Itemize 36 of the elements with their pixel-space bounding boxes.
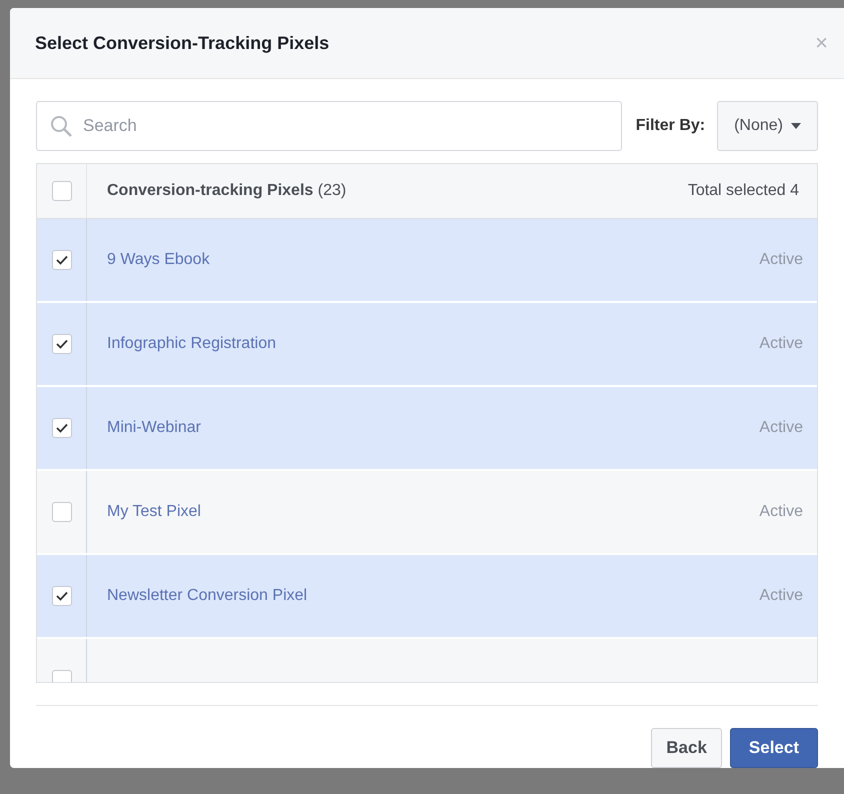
status-text: Active: [759, 586, 804, 606]
table-row[interactable]: 9 Ways Ebook Active: [37, 219, 817, 303]
check-icon: [56, 255, 68, 265]
checkbox[interactable]: [52, 334, 72, 354]
table-row[interactable]: Infographic Registration Active: [37, 303, 817, 387]
check-icon: [56, 591, 68, 601]
search-icon: [49, 114, 73, 138]
filter-label: Filter By:: [636, 116, 706, 136]
pixel-name[interactable]: 9 Ways Ebook: [87, 248, 210, 272]
dialog-title: Select Conversion-Tracking Pixels: [35, 32, 330, 55]
checkbox[interactable]: [52, 418, 72, 438]
table-row[interactable]: Mini-Webinar Active: [37, 387, 817, 471]
checkbox[interactable]: [52, 502, 72, 522]
checkbox[interactable]: [52, 586, 72, 606]
total-selected: Total selected 4: [688, 181, 800, 201]
table-heading: Conversion-tracking Pixels (23): [106, 181, 346, 201]
pixel-name[interactable]: My Test Pixel: [87, 500, 201, 524]
table-row[interactable]: Newsletter Conversion Pixel Active: [37, 555, 817, 639]
checkbox[interactable]: [52, 250, 72, 270]
status-text: Active: [759, 418, 804, 438]
pixel-name[interactable]: Mini-Webinar: [87, 416, 201, 440]
check-icon: [56, 339, 68, 349]
pixel-name[interactable]: Infographic Registration: [87, 332, 276, 356]
filter-dropdown[interactable]: (None): [717, 101, 818, 151]
pixel-name[interactable]: Newsletter Conversion Pixel: [87, 584, 308, 608]
status-text: Active: [759, 502, 804, 522]
checkbox[interactable]: [52, 181, 72, 201]
status-text: Active: [759, 334, 804, 354]
search-field[interactable]: Search: [36, 101, 622, 151]
close-button[interactable]: ×: [815, 32, 828, 54]
check-icon: [56, 423, 68, 433]
back-button[interactable]: Back: [651, 728, 722, 768]
caret-icon: [791, 123, 801, 129]
status-text: Active: [759, 250, 804, 270]
table-row[interactable]: My Test Pixel Active: [37, 471, 817, 555]
select-button[interactable]: Select: [730, 728, 818, 768]
